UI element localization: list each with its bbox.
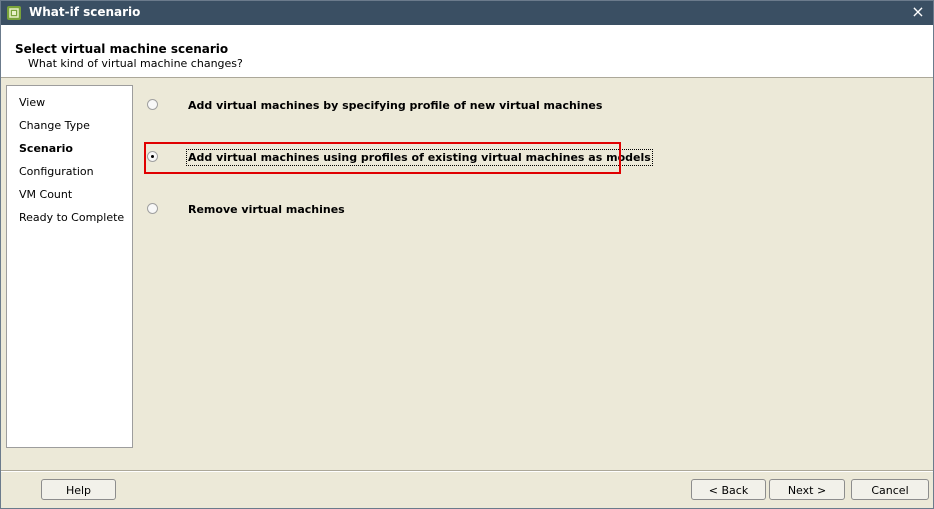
radio-remove-vms[interactable] [147,203,158,214]
step-ready-to-complete: Ready to Complete [19,211,125,224]
close-icon[interactable]: × [909,3,927,21]
page-subtitle: What kind of virtual machine changes? [28,57,243,70]
step-view: View [19,96,46,109]
highlight-box [144,142,621,174]
step-scenario: Scenario [19,142,73,155]
footer-divider [1,470,933,472]
title-bar[interactable]: What-if scenario × [1,1,933,25]
step-change-type: Change Type [19,119,90,132]
next-button[interactable]: Next > [769,479,845,500]
wizard-steps: View Change Type Scenario Configuration … [6,85,133,448]
radio-new-profile[interactable] [147,99,158,110]
option-remove-vms-label[interactable]: Remove virtual machines [188,203,345,216]
option-new-profile-label[interactable]: Add virtual machines by specifying profi… [188,99,602,112]
step-vm-count: VM Count [19,188,73,201]
wizard-header: Select virtual machine scenario What kin… [1,25,933,78]
help-button[interactable]: Help [41,479,116,500]
window-title: What-if scenario [29,5,141,19]
back-button[interactable]: < Back [691,479,766,500]
step-configuration: Configuration [19,165,94,178]
page-title: Select virtual machine scenario [15,42,229,56]
vm-icon [7,6,21,20]
what-if-dialog: What-if scenario × Select virtual machin… [0,0,934,509]
cancel-button[interactable]: Cancel [851,479,929,500]
